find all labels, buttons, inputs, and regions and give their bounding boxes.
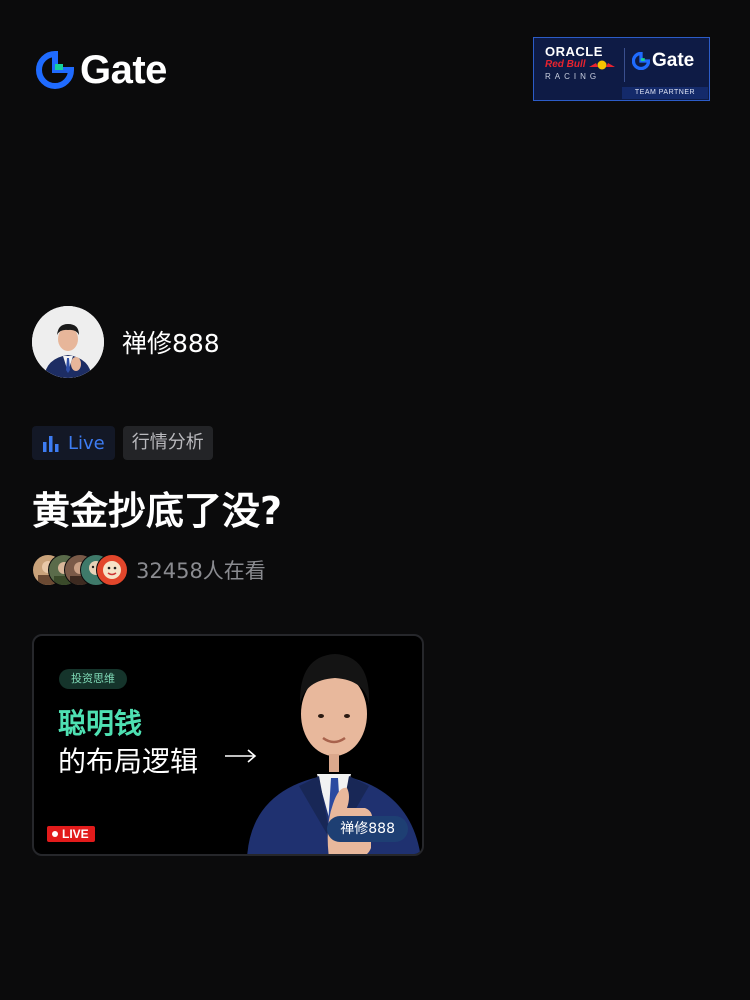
partner-oracle-text: ORACLE [545, 44, 603, 59]
redbull-logo-icon [589, 60, 615, 70]
gate-logo-text: Gate [80, 48, 167, 92]
stream-cover-card[interactable]: 投资思维 聪明钱 的布局逻辑 禅修888 LIVE [32, 634, 424, 856]
partner-gate-text: Gate [652, 50, 695, 71]
cover-headline-2: 的布局逻辑 [58, 745, 199, 778]
host-avatar-icon [32, 306, 104, 378]
cover-topic-tag: 投资思维 [59, 669, 127, 689]
viewer-avatar [96, 554, 128, 586]
live-tag: Live [32, 426, 115, 460]
bar-chart-icon [43, 436, 59, 452]
live-tag-label: Live [68, 432, 105, 454]
live-dot-icon [52, 831, 58, 837]
viewer-count: 32458人在看 [136, 559, 266, 583]
partner-badge: ORACLE Red Bull RACING Gate TEAM PARTNER [533, 37, 710, 101]
live-badge-label: LIVE [62, 827, 89, 841]
viewer-avatars [32, 554, 130, 586]
host-name[interactable]: 禅修888 [122, 324, 220, 360]
cover-host-label: 禅修888 [327, 816, 408, 842]
partner-footer: TEAM PARTNER [622, 87, 708, 99]
partner-racing-text: RACING [545, 72, 601, 81]
cover-headline-1: 聪明钱 [58, 707, 143, 740]
host-row[interactable]: 禅修888 [32, 306, 220, 378]
viewer-row: 32458人在看 [32, 554, 266, 586]
category-tag[interactable]: 行情分析 [122, 426, 213, 460]
partner-team-text: TEAM PARTNER [634, 89, 696, 96]
live-badge: LIVE [47, 826, 95, 842]
partner-divider [624, 48, 625, 82]
stream-title: 黄金抄底了没? [32, 489, 283, 533]
gate-logo[interactable]: Gate [36, 50, 167, 90]
partner-gate-logo: Gate [632, 50, 694, 72]
host-avatar[interactable] [32, 306, 104, 378]
gate-logo-icon [36, 51, 74, 89]
partner-redbull-text: Red Bull [545, 59, 586, 70]
partner-gate-icon [632, 52, 650, 70]
stream-tags: Live 行情分析 [32, 426, 213, 460]
